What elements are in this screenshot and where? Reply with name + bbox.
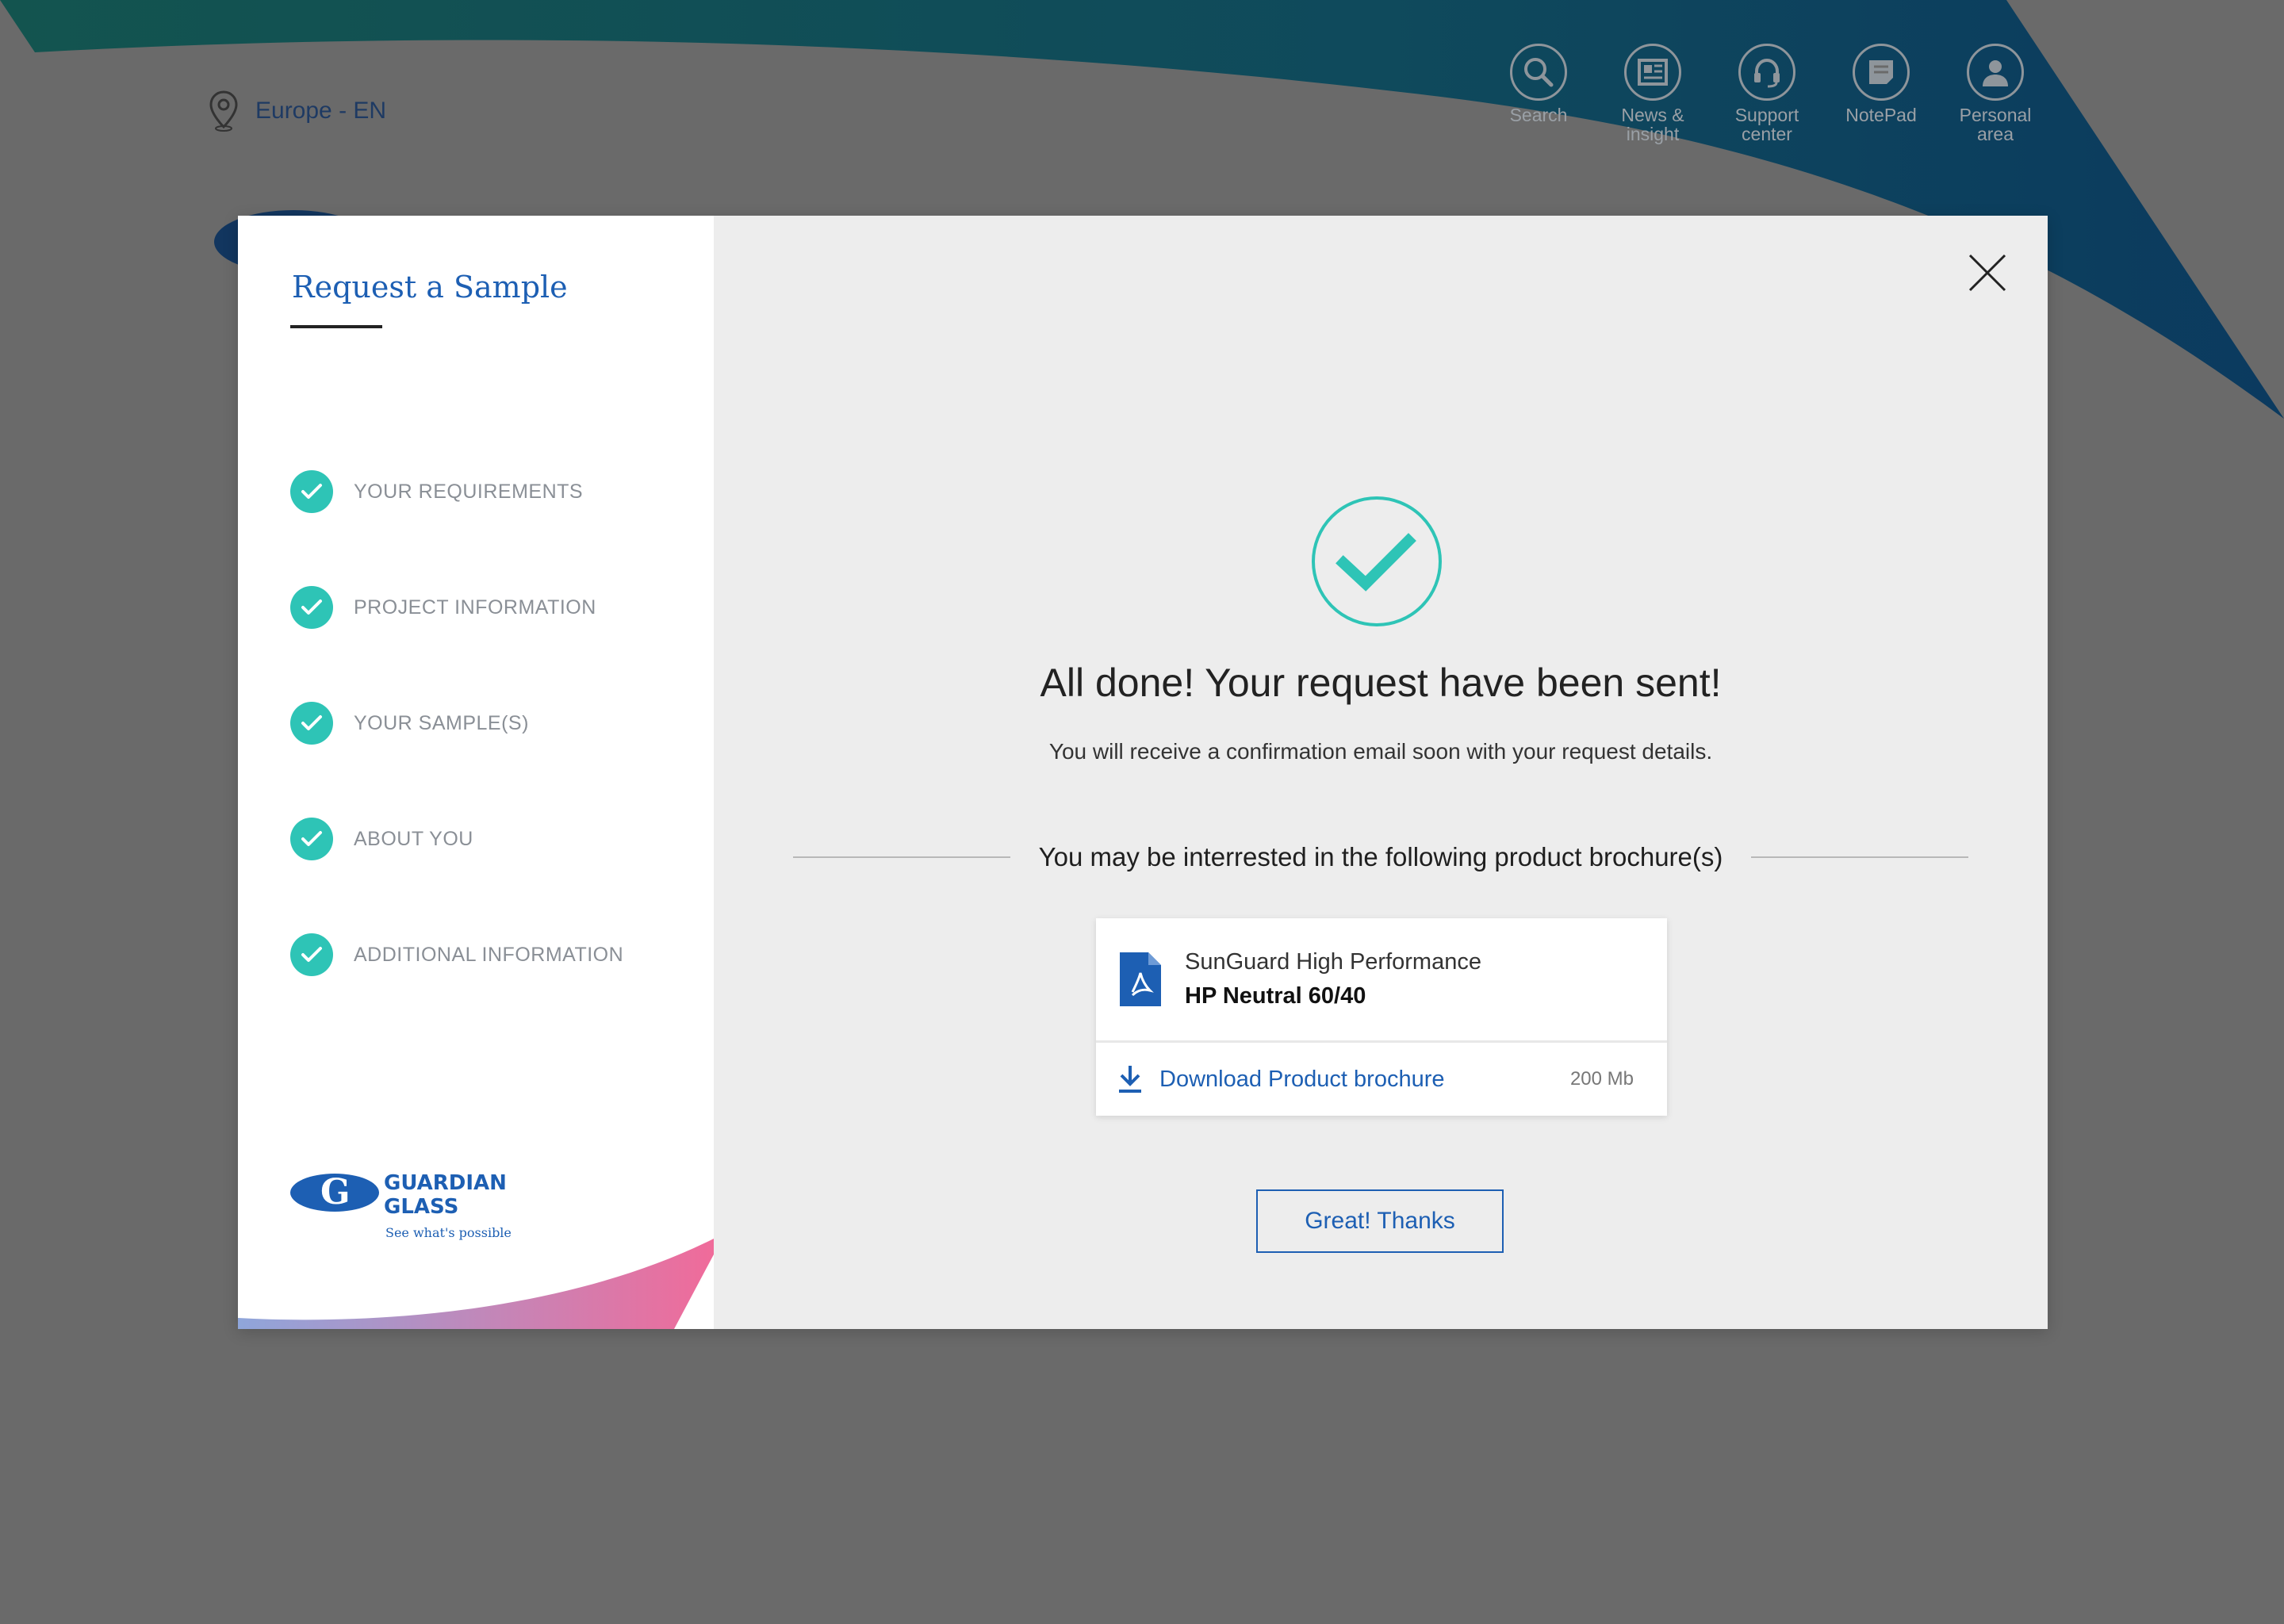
nav-notepad-label: NotePad [1845, 105, 1917, 125]
step-label: PROJECT INFORMATION [354, 596, 596, 619]
nav-search-label: Search [1509, 105, 1568, 125]
person-icon [1983, 60, 2008, 86]
success-headline: All done! Your request have been sent! [1040, 661, 1722, 705]
nav-support-label: Support center [1734, 105, 1799, 144]
file-size: 200 Mb [1569, 1068, 1634, 1090]
success-check-icon [1312, 496, 1442, 626]
divider [793, 856, 1010, 858]
check-icon [290, 818, 333, 860]
guardian-glass-logo: G GUARDIAN GLASS See what's possible [290, 1171, 512, 1240]
nav-news[interactable]: News & insight [1605, 44, 1700, 144]
modal-content: All done! Your request have been sent! Y… [714, 216, 2048, 1329]
step-item[interactable]: YOUR REQUIREMENTS [290, 434, 623, 550]
check-icon [290, 470, 333, 513]
step-label: YOUR REQUIREMENTS [354, 480, 584, 503]
divider [1751, 856, 1969, 858]
svg-text:GUARDIAN: GUARDIAN [384, 1171, 507, 1195]
step-label: ABOUT YOU [354, 827, 473, 850]
step-label: ADDITIONAL INFORMATION [354, 943, 624, 966]
brochure-info: SunGuard High Performance HP Neutral 60/… [1096, 918, 1667, 1043]
top-navigation: Search News & insight Support center Not… [1491, 44, 2043, 144]
step-item[interactable]: YOUR SAMPLE(S) [290, 665, 623, 781]
request-sample-modal: Request a Sample YOUR REQUIREMENTS PROJE… [238, 216, 2048, 1329]
progress-steps: YOUR REQUIREMENTS PROJECT INFORMATION YO… [290, 434, 623, 1013]
headset-icon [1754, 58, 1780, 88]
brochure-card: SunGuard High Performance HP Neutral 60/… [1096, 918, 1667, 1116]
download-icon [1119, 1066, 1141, 1093]
step-item[interactable]: ABOUT YOU [290, 781, 623, 897]
brochure-heading: You may be interrested in the following … [1038, 842, 1723, 871]
check-icon [290, 702, 333, 745]
pdf-file-icon [1120, 952, 1161, 1006]
check-icon [290, 933, 333, 976]
great-thanks-button[interactable]: Great! Thanks [1256, 1189, 1504, 1253]
brochure-download-row[interactable]: Download Product brochure 200 Mb [1096, 1043, 1667, 1116]
svg-text:GLASS: GLASS [384, 1195, 458, 1219]
step-item[interactable]: PROJECT INFORMATION [290, 550, 623, 665]
download-brochure-link[interactable]: Download Product brochure [1159, 1067, 1570, 1093]
brochure-product-line: SunGuard High Performance [1185, 949, 1481, 975]
nav-news-label: News & insight [1621, 105, 1684, 144]
nav-search[interactable]: Search [1491, 44, 1586, 144]
modal-title: Request a Sample [292, 270, 568, 304]
notepad-icon [1869, 60, 1893, 84]
region-selector[interactable]: Europe - EN [208, 89, 386, 133]
title-underline [290, 325, 382, 328]
brochure-section-heading: You may be interrested in the following … [793, 842, 1969, 872]
step-item[interactable]: ADDITIONAL INFORMATION [290, 897, 623, 1013]
success-subline: You will receive a confirmation email so… [1048, 739, 1713, 764]
nav-personal-area[interactable]: Personal area [1948, 44, 2043, 144]
sidebar-gradient-wave [238, 1239, 714, 1329]
svg-text:G: G [320, 1172, 351, 1212]
check-icon [290, 586, 333, 629]
news-icon [1638, 59, 1668, 86]
nav-support[interactable]: Support center [1719, 44, 1815, 144]
step-label: YOUR SAMPLE(S) [354, 711, 529, 734]
modal-sidebar: Request a Sample YOUR REQUIREMENTS PROJE… [238, 216, 714, 1329]
region-label: Europe - EN [255, 98, 387, 124]
search-icon [1524, 58, 1554, 87]
nav-personal-area-label: Personal area [1959, 105, 2032, 144]
nav-notepad[interactable]: NotePad [1834, 44, 1929, 144]
brochure-product-name: HP Neutral 60/40 [1185, 983, 1366, 1009]
location-pin-icon [209, 90, 238, 132]
close-icon[interactable] [1965, 251, 2010, 295]
